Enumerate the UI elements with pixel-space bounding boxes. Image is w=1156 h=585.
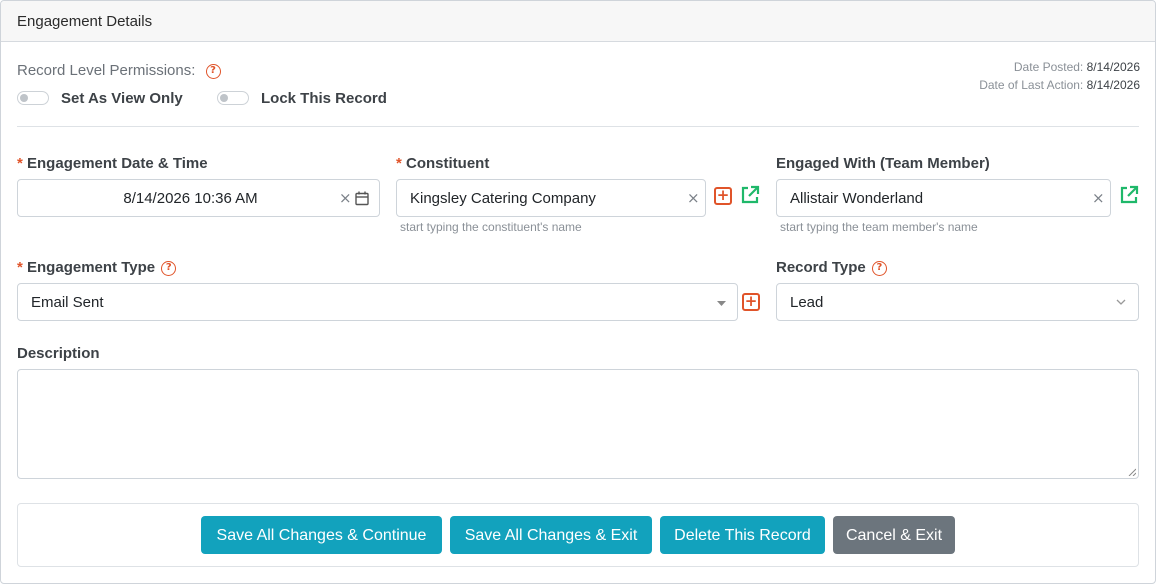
clear-icon[interactable]: × [339, 189, 352, 207]
add-engagement-type-icon[interactable]: + [742, 293, 760, 311]
permissions-label-text: Record Level Permissions: [17, 62, 196, 79]
record-type-label-text: Record Type [776, 259, 866, 276]
save-continue-button[interactable]: Save All Changes & Continue [201, 516, 442, 554]
engaged-with-input[interactable]: Allistair Wonderland × [776, 179, 1111, 217]
add-constituent-icon[interactable]: + [714, 187, 732, 205]
engagement-date-label: * Engagement Date & Time [17, 155, 208, 172]
engagement-date-label-text: Engagement Date & Time [27, 155, 208, 172]
last-action-label: Date of Last Action: [979, 78, 1084, 92]
lock-record-label: Lock This Record [261, 90, 387, 107]
last-action-value: 8/14/2026 [1086, 78, 1140, 92]
description-textarea[interactable] [17, 369, 1139, 479]
delete-record-button[interactable]: Delete This Record [660, 516, 825, 554]
date-posted: Date Posted: 8/14/2026 [1014, 60, 1140, 74]
date-posted-label: Date Posted: [1013, 60, 1084, 74]
record-type-value: Lead [790, 294, 824, 311]
engagement-type-label-text: Engagement Type [27, 259, 156, 276]
engaged-with-value: Allistair Wonderland [790, 190, 924, 207]
clear-icon[interactable]: × [687, 189, 700, 207]
engagement-type-label: * Engagement Type ? [17, 259, 177, 276]
lock-record-toggle[interactable] [217, 91, 249, 105]
record-type-label: Record Type ? [776, 259, 887, 276]
caret-down-icon [717, 301, 726, 306]
description-label: Description [17, 345, 100, 362]
constituent-hint: start typing the constituent's name [400, 220, 582, 234]
open-constituent-icon[interactable] [740, 185, 760, 205]
engagement-type-value: Email Sent [31, 294, 104, 311]
toggle-knob [20, 94, 28, 102]
panel-title: Engagement Details [17, 13, 153, 30]
resize-handle-icon[interactable] [1128, 468, 1136, 476]
chevron-down-icon [1116, 299, 1126, 305]
open-team-member-icon[interactable] [1119, 185, 1139, 205]
engaged-with-label: Engaged With (Team Member) [776, 155, 990, 172]
engaged-with-hint: start typing the team member's name [780, 220, 978, 234]
calendar-icon[interactable] [355, 191, 369, 206]
save-exit-button[interactable]: Save All Changes & Exit [450, 516, 652, 554]
help-icon[interactable]: ? [871, 260, 887, 276]
cancel-exit-button[interactable]: Cancel & Exit [833, 516, 955, 554]
panel-header: Engagement Details [1, 1, 1155, 42]
required-marker: * [17, 259, 23, 276]
record-type-select[interactable]: Lead [776, 283, 1139, 321]
date-last-action: Date of Last Action: 8/14/2026 [979, 78, 1140, 92]
constituent-label-text: Constituent [406, 155, 490, 172]
permissions-label: Record Level Permissions: ? [17, 62, 221, 79]
engagement-type-select[interactable]: Email Sent [17, 283, 738, 321]
required-marker: * [396, 155, 402, 172]
required-marker: * [17, 155, 23, 172]
constituent-value: Kingsley Catering Company [410, 190, 596, 207]
engagement-date-value: 8/14/2026 10:36 AM [123, 190, 258, 207]
date-posted-value: 8/14/2026 [1086, 60, 1140, 74]
help-icon[interactable]: ? [161, 260, 177, 276]
constituent-label: * Constituent [396, 155, 489, 172]
view-only-label: Set As View Only [61, 90, 183, 107]
clear-icon[interactable]: × [1092, 189, 1105, 207]
help-icon[interactable]: ? [205, 63, 221, 79]
constituent-input[interactable]: Kingsley Catering Company × [396, 179, 706, 217]
divider [17, 126, 1139, 127]
engagement-date-input[interactable]: 8/14/2026 10:36 AM × [17, 179, 380, 217]
view-only-toggle[interactable] [17, 91, 49, 105]
toggle-knob [220, 94, 228, 102]
